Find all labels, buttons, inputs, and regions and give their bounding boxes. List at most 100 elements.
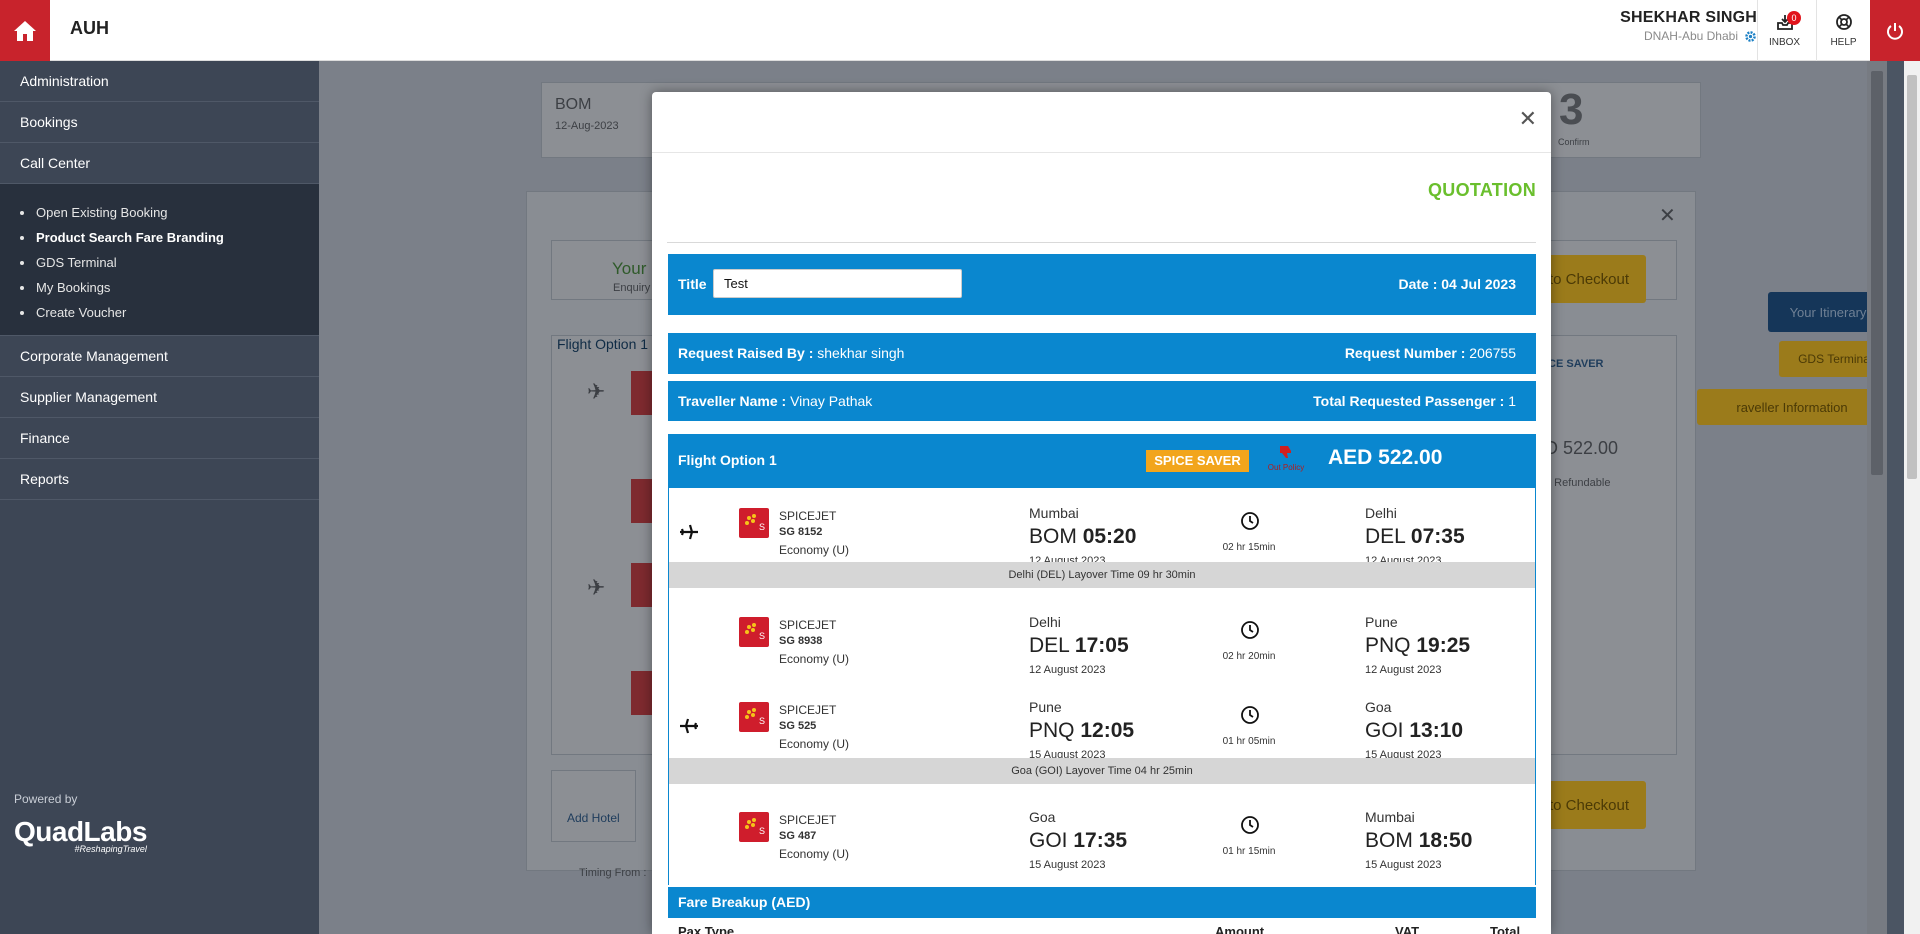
close-icon[interactable]: ✕ (1519, 106, 1537, 132)
sidebar-item-bookings[interactable]: Bookings (0, 102, 319, 143)
col-vat: VAT (1395, 924, 1420, 934)
home-button[interactable] (0, 0, 50, 61)
clock-icon (1241, 706, 1259, 724)
request-number-row: Request Number : 206755 (1345, 345, 1516, 361)
fare-brand-badge: SPICE SAVER (1146, 450, 1249, 472)
passenger-label: Total Requested Passenger : (1313, 393, 1505, 409)
spicejet-logo: S (739, 617, 769, 647)
sidebar-item-call-center[interactable]: Call Center (0, 143, 319, 184)
flight-option-header: Flight Option 1 SPICE SAVER Out Policy A… (668, 434, 1536, 488)
inbox-button[interactable]: 0 INBOX (1757, 0, 1811, 61)
submenu-create-voucher[interactable]: Create Voucher (20, 300, 319, 325)
powered-by-block: Powered by QuadLabs #ReshapingTravel (14, 792, 147, 854)
request-raised-value: shekhar singh (817, 345, 905, 361)
passenger-value: 1 (1508, 393, 1516, 409)
bg-add-hotel: Add Hotel (567, 811, 620, 825)
bg-add-hotel-tile (551, 770, 636, 842)
bg-price: D 522.00 (1545, 438, 1619, 458)
arrival-time: 18:50 (1418, 829, 1473, 852)
app-code: AUH (70, 18, 109, 38)
top-header: AUH SHEKHAR SINGH DNAH-Abu Dhabi 0 INBOX… (0, 0, 1920, 61)
submenu-open-existing-booking[interactable]: Open Existing Booking (20, 200, 319, 225)
arrival-time: 13:10 (1409, 719, 1464, 742)
plane-return-icon (680, 718, 698, 734)
bg-scroll-thumb (1871, 71, 1883, 475)
flight-segment: S SPICEJET SG 8938 Economy (U) Delhi DEL… (669, 601, 1535, 681)
layover-bar: Delhi (DEL) Layover Time 09 hr 30min (669, 562, 1535, 588)
inbox-label: INBOX (1768, 37, 1801, 48)
sidebar-item-corporate-management[interactable]: Corporate Management (0, 336, 319, 377)
airline-name: SPICEJET (779, 703, 837, 717)
clock-icon (1241, 621, 1259, 639)
heading-divider (667, 242, 1536, 243)
departure-code-time: PNQ 12:05 (1029, 719, 1134, 743)
request-number-value: 206755 (1469, 345, 1516, 361)
page-scroll-thumb[interactable] (1907, 75, 1917, 479)
home-icon (14, 20, 36, 41)
flight-duration: 01 hr 05min (1222, 736, 1276, 747)
arrival-code-time: DEL 07:35 (1365, 525, 1465, 549)
flight-number: SG 8152 (779, 526, 823, 538)
submenu-product-search-fare-branding[interactable]: Product Search Fare Branding (20, 225, 319, 250)
arrival-city: Mumbai (1365, 809, 1415, 825)
submenu-gds-terminal[interactable]: GDS Terminal (20, 250, 319, 275)
bg-spice-saver: ICE SAVER (1545, 358, 1604, 370)
user-name: SHEKHAR SINGH (1620, 9, 1757, 26)
logout-button[interactable] (1870, 0, 1920, 61)
request-raised-row: Request Raised By : shekhar singh (678, 345, 904, 361)
departure-code: GOI (1029, 829, 1068, 852)
departure-code: PNQ (1029, 719, 1075, 742)
arrival-city: Delhi (1365, 505, 1397, 521)
sidebar-item-administration[interactable]: Administration (0, 61, 319, 102)
airline-name: SPICEJET (779, 813, 837, 827)
airline-name: SPICEJET (779, 618, 837, 632)
departure-code-time: BOM 05:20 (1029, 525, 1136, 549)
traveller-label: Traveller Name : (678, 393, 787, 409)
col-amount: Amount (1215, 924, 1265, 934)
cabin-class: Economy (U) (779, 543, 850, 557)
arrival-code: BOM (1365, 829, 1413, 852)
cabin-class: Economy (U) (779, 652, 850, 666)
clock-icon (1241, 816, 1259, 834)
svg-text:S: S (759, 631, 765, 641)
bg-flight-option-tab: Flight Option 1 (557, 336, 649, 352)
thumbs-down-icon (1280, 446, 1291, 458)
departure-time: 17:05 (1074, 634, 1129, 657)
sidebar: Administration Bookings Call Center Open… (0, 61, 319, 934)
cabin-class: Economy (U) (779, 847, 850, 861)
bg-your-text: Your (612, 259, 647, 278)
quotation-modal: ✕ QUOTATION Title Date : 04 Jul 2023 Req… (652, 92, 1551, 934)
request-raised-label: Request Raised By : (678, 345, 814, 361)
passenger-row: Total Requested Passenger : 1 (1313, 393, 1516, 409)
submenu-my-bookings[interactable]: My Bookings (20, 275, 319, 300)
sidebar-item-reports[interactable]: Reports (0, 459, 319, 500)
title-input[interactable] (713, 269, 962, 298)
spicejet-logo: S (739, 702, 769, 732)
departure-date: 15 August 2023 (1029, 859, 1106, 871)
departure-city: Mumbai (1029, 505, 1079, 521)
sidebar-item-finance[interactable]: Finance (0, 418, 319, 459)
user-branch-row: DNAH-Abu Dhabi (1620, 29, 1757, 43)
user-branch: DNAH-Abu Dhabi (1643, 29, 1738, 43)
flight-number: SG 487 (779, 830, 817, 842)
departure-code-time: DEL 17:05 (1029, 634, 1129, 658)
departure-city: Delhi (1029, 614, 1061, 630)
bg-refund: n Refundable (1545, 477, 1611, 489)
help-button[interactable]: HELP (1816, 0, 1870, 61)
arrival-date: 15 August 2023 (1365, 859, 1442, 871)
powered-by-label: Powered by (14, 792, 78, 806)
out-policy-indicator: Out Policy (1264, 444, 1308, 472)
arrival-date: 12 August 2023 (1365, 664, 1442, 676)
layover-bar: Goa (GOI) Layover Time 04 hr 25min (669, 758, 1535, 784)
bg-timing-from: Timing From : (579, 867, 647, 879)
page-scrollbar[interactable] (1904, 61, 1920, 934)
gear-icon[interactable] (1744, 30, 1757, 43)
col-pax-type: Pax Type (678, 924, 735, 934)
user-profile[interactable]: SHEKHAR SINGH DNAH-Abu Dhabi (1620, 9, 1757, 43)
modal-header-divider (652, 152, 1551, 153)
svg-text:S: S (759, 826, 765, 836)
departure-code: DEL (1029, 634, 1070, 657)
arrival-time: 07:35 (1410, 525, 1465, 548)
help-label: HELP (1830, 37, 1857, 48)
sidebar-item-supplier-management[interactable]: Supplier Management (0, 377, 319, 418)
